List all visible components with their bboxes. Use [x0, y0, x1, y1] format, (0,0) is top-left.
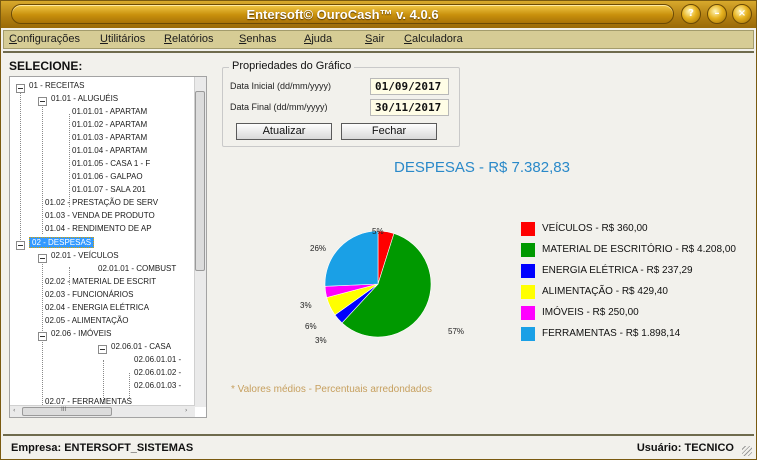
menu-senhas[interactable]: Senhas [239, 33, 276, 45]
tree-item[interactable]: 02.05 - ALIMENTAÇÃO [45, 314, 128, 327]
properties-title: Propriedades do Gráfico [229, 60, 355, 72]
app-window: Entersoft© OuroCash™ v. 4.0.6 ? – × Conf… [0, 0, 757, 460]
tree-item[interactable]: 02.06.01.02 - [134, 366, 181, 379]
scroll-thumb[interactable]: III [22, 406, 112, 416]
tree-label: SELECIONE: [9, 59, 83, 73]
window-title: Entersoft© OuroCash™ v. 4.0.6 [246, 7, 439, 22]
tree-item[interactable]: 02.02 - MATERIAL DE ESCRIT [45, 275, 156, 288]
tree-item[interactable]: 01.01 - ALUGUÉIS [51, 92, 118, 105]
resize-grip-icon[interactable] [742, 446, 752, 456]
title-pill: Entersoft© OuroCash™ v. 4.0.6 [11, 4, 674, 24]
end-date-field[interactable]: 30/11/2017 [370, 99, 449, 116]
legend-swatch [521, 327, 535, 341]
menu-divider [3, 51, 754, 53]
legend-swatch [521, 264, 535, 278]
menu-utilitarios[interactable]: Utilitários [100, 33, 145, 45]
tree-connector [42, 102, 43, 234]
menu-calculadora[interactable]: Calculadora [404, 33, 463, 45]
collapse-toggle[interactable] [16, 241, 25, 250]
tree-item[interactable]: 02.01.01 - COMBUST [98, 262, 176, 275]
menu-bar: Configurações Utilitários Relatórios Sen… [3, 30, 754, 49]
collapse-toggle[interactable] [38, 332, 47, 341]
minimize-icon: – [714, 8, 720, 19]
legend-label: FERRAMENTAS - R$ 1.898,14 [542, 328, 681, 339]
legend-swatch [521, 222, 535, 236]
tree-connector [20, 89, 21, 244]
slice-percent-label: 57% [448, 327, 465, 336]
chart-title: DESPESAS - R$ 7.382,83 [394, 159, 570, 176]
tree-item[interactable]: 02.06.01.01 - [134, 353, 181, 366]
tree-item[interactable]: 02.01 - VEÍCULOS [51, 249, 119, 262]
tree-item[interactable]: 02.06.01 - CASA [111, 340, 171, 353]
slice-percent-label: 6% [305, 322, 317, 331]
start-date-field[interactable]: 01/09/2017 [370, 78, 449, 95]
collapse-toggle[interactable] [38, 97, 47, 106]
tree-horizontal-scrollbar[interactable]: ‹ III › [10, 405, 195, 417]
collapse-toggle[interactable] [38, 254, 47, 263]
tree-item[interactable]: 01.01.06 - GALPAO [72, 170, 143, 183]
account-tree[interactable]: 01 - RECEITAS 01.01 - ALUGUÉIS 01.01.01 … [9, 76, 207, 418]
tree-item-selected[interactable]: 02 - DESPESAS [29, 236, 95, 249]
tree-item[interactable]: 01.02 - PRESTAÇÃO DE SERV [45, 196, 158, 209]
pie-slice [324, 230, 379, 287]
end-date-label: Data Final (dd/mm/yyyy) [230, 102, 328, 112]
slice-percent-label: 5% [372, 227, 384, 236]
legend-swatch [521, 285, 535, 299]
tree-item[interactable]: 01.03 - VENDA DE PRODUTO [45, 209, 155, 222]
tree-vertical-scrollbar[interactable] [194, 77, 206, 407]
company-status: Empresa: ENTERSOFT_SISTEMAS [11, 442, 194, 454]
tree-item[interactable]: 01.01.01 - APARTAM [72, 105, 147, 118]
menu-ajuda[interactable]: Ajuda [304, 33, 332, 45]
scroll-left-icon[interactable]: ‹ [13, 407, 15, 414]
title-bar[interactable]: Entersoft© OuroCash™ v. 4.0.6 ? – × [1, 1, 756, 28]
tree-item[interactable]: 01 - RECEITAS [29, 79, 84, 92]
legend-label: VEÍCULOS - R$ 360,00 [542, 223, 648, 234]
help-button[interactable]: ? [681, 4, 701, 24]
tree-item[interactable]: 01.01.03 - APARTAM [72, 131, 147, 144]
legend-swatch [521, 243, 535, 257]
status-bar: Empresa: ENTERSOFT_SISTEMAS Usuário: TEC… [3, 434, 754, 458]
tree-item[interactable]: 02.03 - FUNCIONÁRIOS [45, 288, 133, 301]
tree-item[interactable]: 01.01.04 - APARTAM [72, 144, 147, 157]
collapse-toggle[interactable] [98, 345, 107, 354]
slice-percent-label: 3% [315, 336, 327, 345]
tree-item[interactable]: 02.06 - IMÓVEIS [51, 327, 111, 340]
slice-percent-label: 3% [300, 301, 312, 310]
menu-sair[interactable]: Sair [365, 33, 385, 45]
start-date-label: Data Inicial (dd/mm/yyyy) [230, 81, 332, 91]
close-button[interactable]: × [732, 4, 752, 24]
legend-swatch [521, 306, 535, 320]
legend-label: ALIMENTAÇÃO - R$ 429,40 [542, 286, 668, 297]
menu-configuracoes[interactable]: Configurações [9, 33, 80, 45]
collapse-toggle[interactable] [16, 84, 25, 93]
tree-item[interactable]: 01.01.07 - SALA 201 [72, 183, 146, 196]
tree-item[interactable]: 01.04 - RENDIMENTO DE AP [45, 222, 152, 235]
tree-connector [69, 114, 70, 207]
chart-footnote: * Valores médios - Percentuais arredonda… [231, 384, 433, 395]
minimize-button[interactable]: – [707, 4, 727, 24]
scroll-thumb[interactable] [195, 91, 205, 271]
update-button[interactable]: Atualizar [236, 123, 332, 140]
legend-label: ENERGIA ELÉTRICA - R$ 237,29 [542, 265, 693, 276]
close-form-button[interactable]: Fechar [341, 123, 437, 140]
tree-item[interactable]: 01.01.05 - CASA 1 - F [72, 157, 150, 170]
tree-item[interactable]: 02.06.01.03 - [134, 379, 181, 392]
help-icon: ? [688, 8, 694, 19]
legend-label: MATERIAL DE ESCRITÓRIO - R$ 4.208,00 [542, 244, 736, 255]
slice-percent-label: 26% [310, 244, 327, 253]
menu-relatorios[interactable]: Relatórios [164, 33, 214, 45]
tree-item[interactable]: 01.01.02 - APARTAM [72, 118, 147, 131]
grip-icon: III [61, 406, 67, 413]
scroll-right-icon[interactable]: › [185, 407, 187, 414]
tree-item[interactable]: 02.04 - ENERGIA ELÉTRICA [45, 301, 149, 314]
user-status: Usuário: TECNICO [636, 442, 734, 454]
pie-chart [324, 230, 432, 338]
close-icon: × [737, 8, 747, 19]
legend-label: IMÓVEIS - R$ 250,00 [542, 307, 639, 318]
